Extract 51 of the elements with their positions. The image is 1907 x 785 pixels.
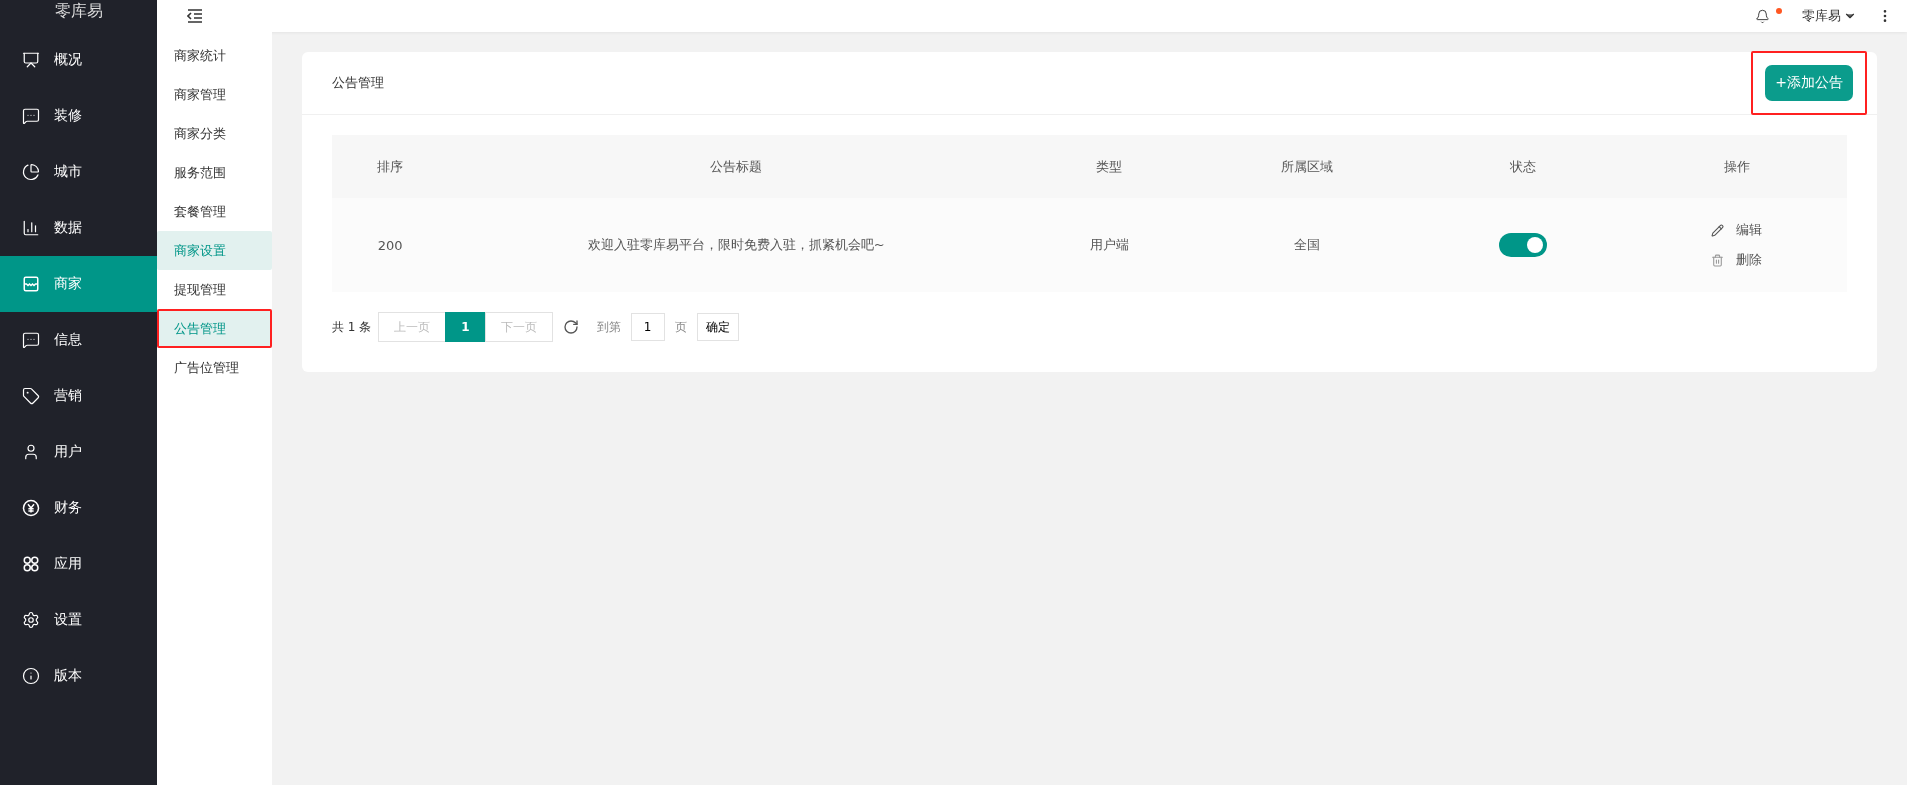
column-header: 状态 bbox=[1418, 135, 1627, 198]
sidebar-item[interactable]: 用户 bbox=[0, 424, 157, 480]
goto-label: 到第 bbox=[596, 318, 621, 336]
total-count: 共 1 条 bbox=[332, 318, 372, 336]
sidebar-item[interactable]: 概况 bbox=[0, 32, 157, 88]
settings-icon bbox=[22, 611, 40, 629]
sidebar-item[interactable]: 信息 bbox=[0, 312, 157, 368]
sidebar-item[interactable]: 应用 bbox=[0, 536, 157, 592]
yen-icon bbox=[22, 499, 40, 517]
apps-icon bbox=[22, 555, 40, 573]
notification-icon[interactable] bbox=[1755, 8, 1770, 24]
menu-collapse-icon[interactable] bbox=[187, 9, 203, 23]
brand-logo: 零库易 bbox=[54, 2, 103, 20]
user-icon bbox=[22, 443, 40, 461]
presentation-icon bbox=[22, 51, 40, 69]
column-header: 排序 bbox=[332, 135, 449, 198]
sidebar-item[interactable]: 装修 bbox=[0, 88, 157, 144]
table-cell: 用户端 bbox=[1024, 198, 1195, 292]
column-header: 公告标题 bbox=[448, 135, 1025, 198]
bar-chart-icon bbox=[22, 219, 40, 237]
sidebar-item[interactable]: 城市 bbox=[0, 144, 157, 200]
chat-icon bbox=[22, 107, 40, 125]
edit-link[interactable]: 编辑 bbox=[1711, 221, 1763, 239]
page-input[interactable]: 1 bbox=[630, 313, 665, 341]
page-number-button[interactable]: 1 bbox=[445, 312, 486, 342]
delete-link[interactable]: 删除 bbox=[1711, 251, 1763, 269]
status-toggle[interactable] bbox=[1498, 233, 1547, 257]
user-menu[interactable]: 零库易 bbox=[1802, 7, 1857, 25]
tag-icon bbox=[22, 387, 40, 405]
table-cell: 欢迎入驻零库易平台，限时免费入驻，抓紧机会吧~ bbox=[448, 198, 1025, 292]
pie-chart-icon bbox=[22, 163, 40, 181]
sidebar-item[interactable]: 营销 bbox=[0, 368, 157, 424]
pencil-icon bbox=[1711, 223, 1725, 237]
chat-icon bbox=[22, 331, 40, 349]
column-header: 所属区域 bbox=[1194, 135, 1419, 198]
column-header: 操作 bbox=[1626, 135, 1847, 198]
shop-icon bbox=[22, 275, 40, 293]
column-header: 类型 bbox=[1024, 135, 1195, 198]
page-suffix: 页 bbox=[674, 318, 687, 336]
sidebar-item[interactable]: 数据 bbox=[0, 200, 157, 256]
trash-icon bbox=[1711, 253, 1725, 267]
table-cell: 200 bbox=[332, 198, 449, 292]
sidebar-item[interactable]: 商家 bbox=[0, 256, 157, 312]
card-title: 公告管理 bbox=[332, 74, 384, 92]
sidebar-item[interactable]: 版本 bbox=[0, 648, 157, 704]
table-cell: 全国 bbox=[1194, 198, 1419, 292]
sidebar-item[interactable]: 设置 bbox=[0, 592, 157, 648]
sidebar-item[interactable]: 财务 bbox=[0, 480, 157, 536]
info-icon bbox=[22, 667, 40, 685]
refresh-icon[interactable] bbox=[562, 319, 579, 335]
confirm-button[interactable]: 确定 bbox=[696, 313, 739, 341]
